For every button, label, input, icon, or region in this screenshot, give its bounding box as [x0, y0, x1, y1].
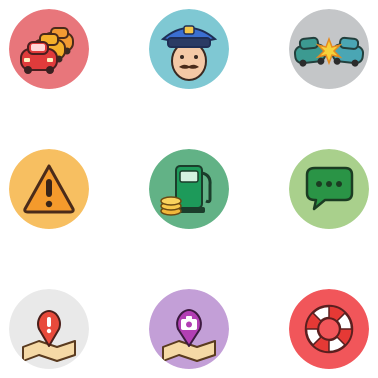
- car-crash-icon: [289, 9, 369, 89]
- hazard-button[interactable]: [9, 149, 89, 229]
- warning-icon: [9, 149, 89, 229]
- icon-grid: [0, 0, 378, 378]
- chat-button[interactable]: [289, 149, 369, 229]
- map-alert-icon: [9, 289, 89, 369]
- map-issue-button[interactable]: [9, 289, 89, 369]
- help-button[interactable]: [289, 289, 369, 369]
- accident-button[interactable]: [289, 9, 369, 89]
- map-photo-button[interactable]: [149, 289, 229, 369]
- chat-bubble-icon: [289, 149, 369, 229]
- map-camera-icon: [149, 289, 229, 369]
- traffic-jam-button[interactable]: [9, 9, 89, 89]
- police-button[interactable]: [149, 9, 229, 89]
- lifebuoy-icon: [289, 289, 369, 369]
- traffic-jam-icon: [9, 9, 89, 89]
- gas-station-button[interactable]: [149, 149, 229, 229]
- police-officer-icon: [149, 9, 229, 89]
- gas-pump-icon: [149, 149, 229, 229]
